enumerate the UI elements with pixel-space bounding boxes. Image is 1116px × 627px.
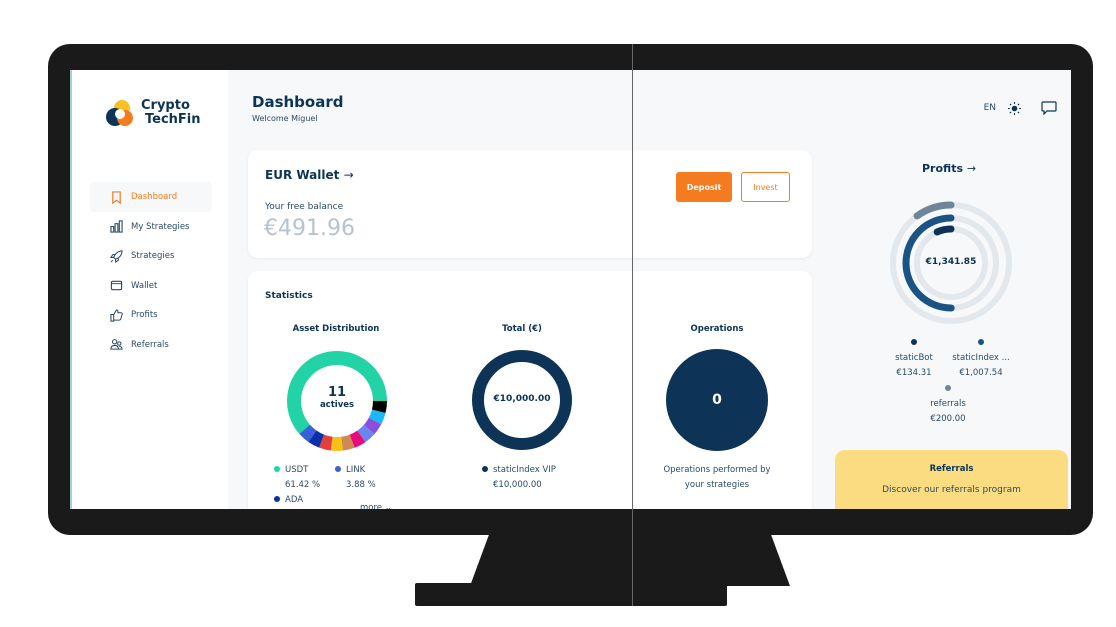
sun-icon[interactable] [1008,101,1021,115]
profits-legend-staticindex: staticIndex ... €1,007.54 [936,336,1026,381]
legend-dot [978,339,984,345]
profits-legend-referrals: referrals €200.00 [903,382,993,427]
brand-line2: TechFin [145,112,201,127]
divider-line [632,44,633,606]
logo[interactable]: Crypto TechFin [105,98,201,128]
donut-slice [368,409,386,425]
operations-description: Operations performed by your strategies [663,465,771,490]
donut-slice [363,417,382,435]
free-balance-value: €491.96 [264,216,355,241]
donut-slice [349,430,366,448]
total-legend: staticIndex VIP €10,000.00 [482,463,556,493]
chat-icon[interactable] [1041,101,1057,115]
sidebar-item-dashboard[interactable]: Dashboard [90,182,212,212]
profits-title-link[interactable]: Profits → [922,162,976,175]
sidebar-item-label: My Strategies [131,221,190,232]
operations-title: Operations [690,324,744,334]
logo-icon [106,100,133,126]
profit-arc-referrals [913,201,955,220]
legend-dot [482,466,488,472]
asset-legend-ada: ADA [274,493,303,508]
asset-legend-usdt: USDT 61.42 % [274,463,320,493]
top-actions: EN [984,101,1057,115]
rocket-icon [110,250,123,263]
sidebar-item-referrals[interactable]: Referrals [90,330,212,360]
total-value: €10,000.00 [493,394,551,404]
asset-distribution-title: Asset Distribution [292,324,380,334]
sidebar-item-label: Profits [131,310,158,321]
sidebar-item-label: Referrals [131,339,169,350]
sidebar-item-wallet[interactable]: Wallet [90,271,212,301]
legend-dot [911,339,917,345]
wallet-icon [110,281,123,291]
legend-dot [335,466,341,472]
legend-dot [274,466,280,472]
operations-circle: 0 [666,349,768,451]
sidebar-item-profits[interactable]: Profits [90,301,212,331]
donut-slice-link [299,424,317,442]
asset-legend-link: LINK 3.88 % [335,463,376,493]
sidebar: Crypto TechFin Dashboard My Strategies St… [72,70,228,509]
deposit-button[interactable]: Deposit [676,172,732,202]
sidebar-item-strategies[interactable]: Strategies [90,242,212,272]
brand-line1: Crypto [141,98,190,113]
free-balance-label: Your free balance [265,202,344,212]
wallet-title-link[interactable]: EUR Wallet → [265,168,354,182]
asset-count: 11 [327,385,347,400]
donut-slice [308,430,325,448]
statistics-card: Statistics Asset Distribution Total (€) … [248,271,812,509]
donut-slice [357,424,375,443]
arrow-right-icon: → [343,168,354,182]
legend-dot [274,496,280,502]
thumbs-up-icon [110,309,123,322]
statistics-title: Statistics [265,291,313,301]
sidebar-item-label: Strategies [131,251,175,262]
monitor-base [415,583,727,606]
welcome-text: Welcome Miguel [252,114,318,123]
monitor-neck [470,534,790,586]
sidebar-item-label: Dashboard [131,192,178,202]
asset-count-label: actives [319,400,355,410]
invest-button[interactable]: Invest [741,172,790,202]
sidebar-nav: Dashboard My Strategies Strategies Walle… [90,182,212,360]
profits-total: €1,341.85 [925,257,977,267]
profit-arc-staticbot [933,225,955,236]
sidebar-item-label: Wallet [131,280,158,291]
bar-chart-icon [110,220,123,233]
users-icon [110,339,123,350]
arrow-right-icon: → [966,162,977,175]
legend-dot [945,385,951,391]
language-selector[interactable]: EN [984,103,996,113]
wallet-card: EUR Wallet → Your free balance €491.96 D… [248,150,812,258]
donut-slice [319,434,333,451]
app-screen: Crypto TechFin Dashboard My Strategies St… [70,70,1071,509]
bookmark-icon [112,190,121,204]
total-title: Total (€) [502,324,542,334]
referrals-card[interactable]: Referrals Discover our referrals program [835,450,1068,509]
operations-count: 0 [712,392,722,408]
more-link[interactable]: more ⌄ [360,501,392,509]
sidebar-item-my-strategies[interactable]: My Strategies [90,212,212,242]
referrals-card-description: Discover our referrals program [882,485,1021,495]
page-title: Dashboard [252,93,344,111]
referrals-card-title: Referrals [929,464,974,474]
donut-slice [341,434,355,451]
